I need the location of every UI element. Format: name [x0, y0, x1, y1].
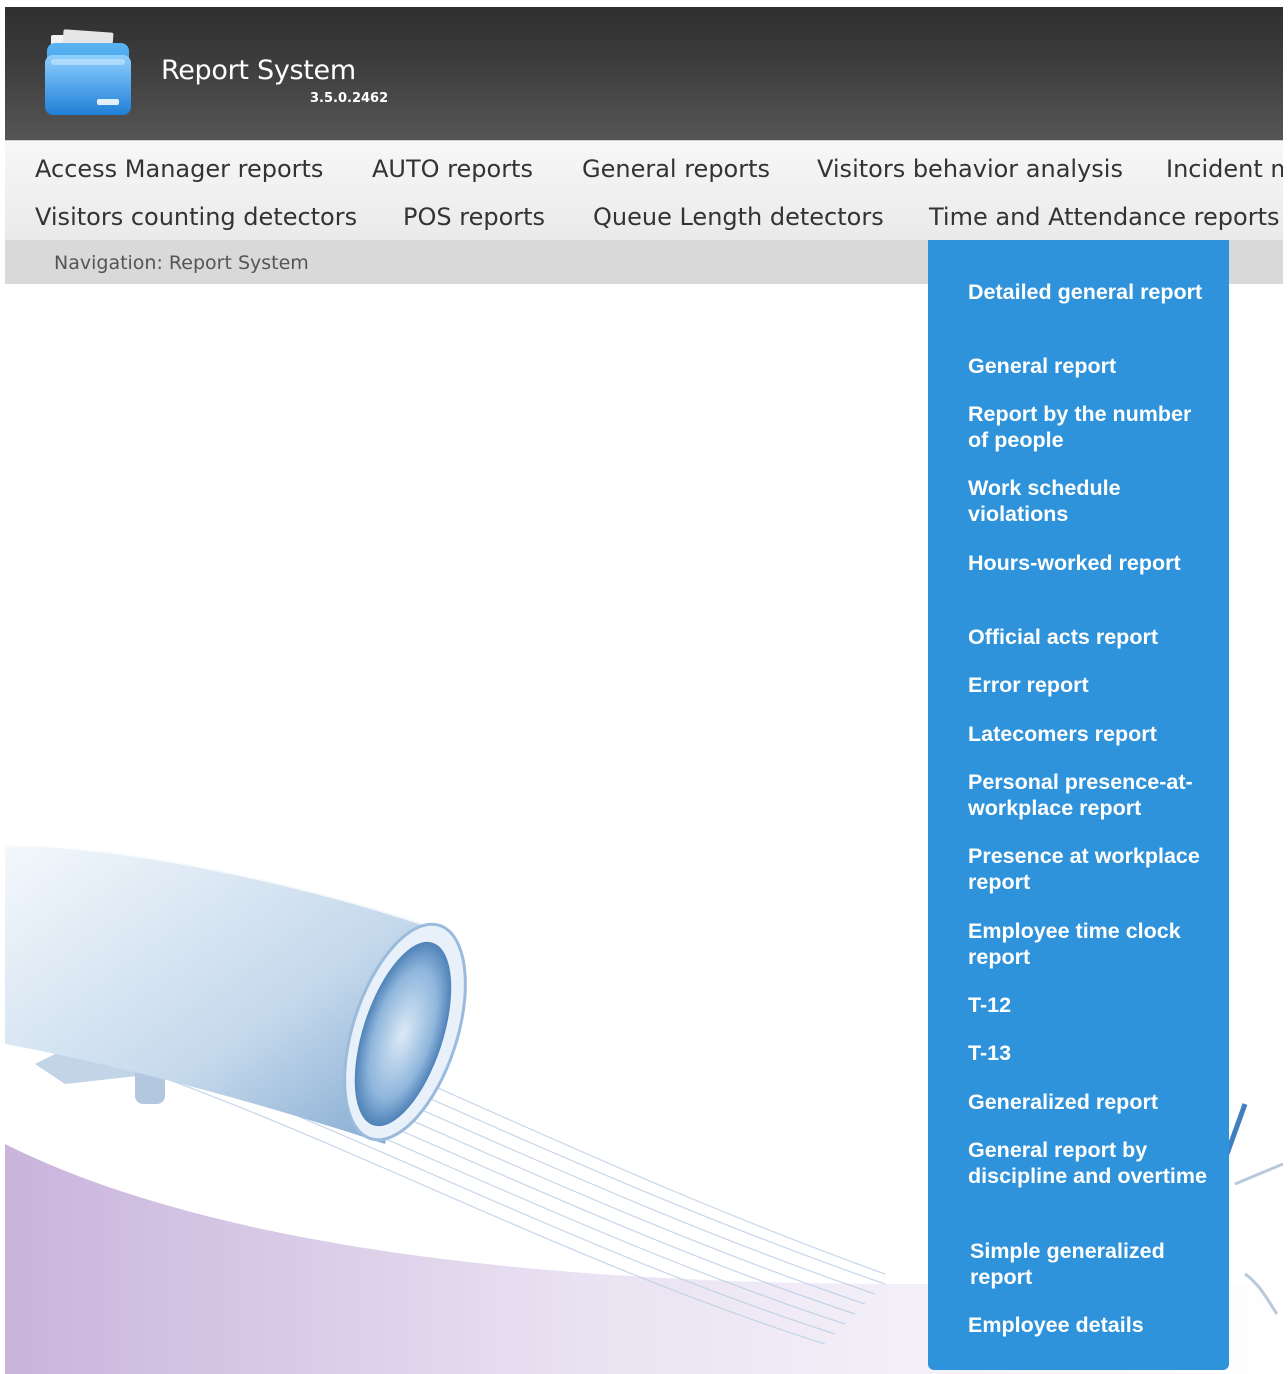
menu-visitors-behavior-analysis[interactable]: Visitors behavior analysis: [817, 155, 1123, 183]
time-attendance-dropdown: Detailed general report General report R…: [928, 240, 1229, 1370]
menu-queue-length-detectors[interactable]: Queue Length detectors: [593, 203, 884, 231]
dropdown-item-personal-presence-report[interactable]: Personal presence-at-workplace report: [968, 769, 1208, 821]
app-version: 3.5.0.2462: [310, 91, 389, 106]
dropdown-item-error-report[interactable]: Error report: [968, 672, 1208, 698]
menu-pos-reports[interactable]: POS reports: [403, 203, 545, 231]
dropdown-item-presence-at-workplace-report[interactable]: Presence at workplace report: [968, 843, 1208, 895]
dropdown-item-employee-details[interactable]: Employee details: [968, 1312, 1208, 1338]
app-window: Report System 3.5.0.2462 Access Manager …: [5, 7, 1283, 1374]
dropdown-item-work-schedule-violations[interactable]: Work schedule violations: [968, 475, 1208, 527]
dropdown-item-employee-time-clock-report[interactable]: Employee time clock report: [968, 918, 1208, 970]
main-menu: Access Manager reports AUTO reports Gene…: [5, 140, 1283, 240]
menu-auto-reports[interactable]: AUTO reports: [372, 155, 533, 183]
breadcrumb-text: Navigation: Report System: [54, 252, 309, 274]
dropdown-item-official-acts-report[interactable]: Official acts report: [968, 624, 1208, 650]
header: Report System 3.5.0.2462: [5, 7, 1283, 140]
dropdown-item-latecomers-report[interactable]: Latecomers report: [968, 721, 1208, 747]
folder-icon: [45, 29, 131, 115]
menu-visitors-counting-detectors[interactable]: Visitors counting detectors: [35, 203, 357, 231]
app-title: Report System: [161, 55, 356, 86]
menu-access-manager-reports[interactable]: Access Manager reports: [35, 155, 323, 183]
dropdown-item-t-13[interactable]: T-13: [968, 1040, 1208, 1066]
dropdown-item-generalized-report[interactable]: Generalized report: [968, 1089, 1208, 1115]
menu-incident-reports[interactable]: Incident m: [1166, 155, 1283, 183]
dropdown-item-general-report[interactable]: General report: [968, 353, 1208, 379]
dropdown-item-detailed-general-report[interactable]: Detailed general report: [968, 279, 1208, 305]
dropdown-item-simple-generalized-report[interactable]: Simple generalized report: [970, 1238, 1210, 1290]
menu-time-and-attendance-reports[interactable]: Time and Attendance reports: [929, 203, 1279, 231]
dropdown-item-t-12[interactable]: T-12: [968, 992, 1208, 1018]
dropdown-item-hours-worked-report[interactable]: Hours-worked report: [968, 550, 1208, 576]
dropdown-item-report-by-number-of-people[interactable]: Report by the number of people: [968, 401, 1208, 453]
menu-general-reports[interactable]: General reports: [582, 155, 770, 183]
dropdown-item-general-report-discipline-overtime[interactable]: General report by discipline and overtim…: [968, 1137, 1208, 1189]
